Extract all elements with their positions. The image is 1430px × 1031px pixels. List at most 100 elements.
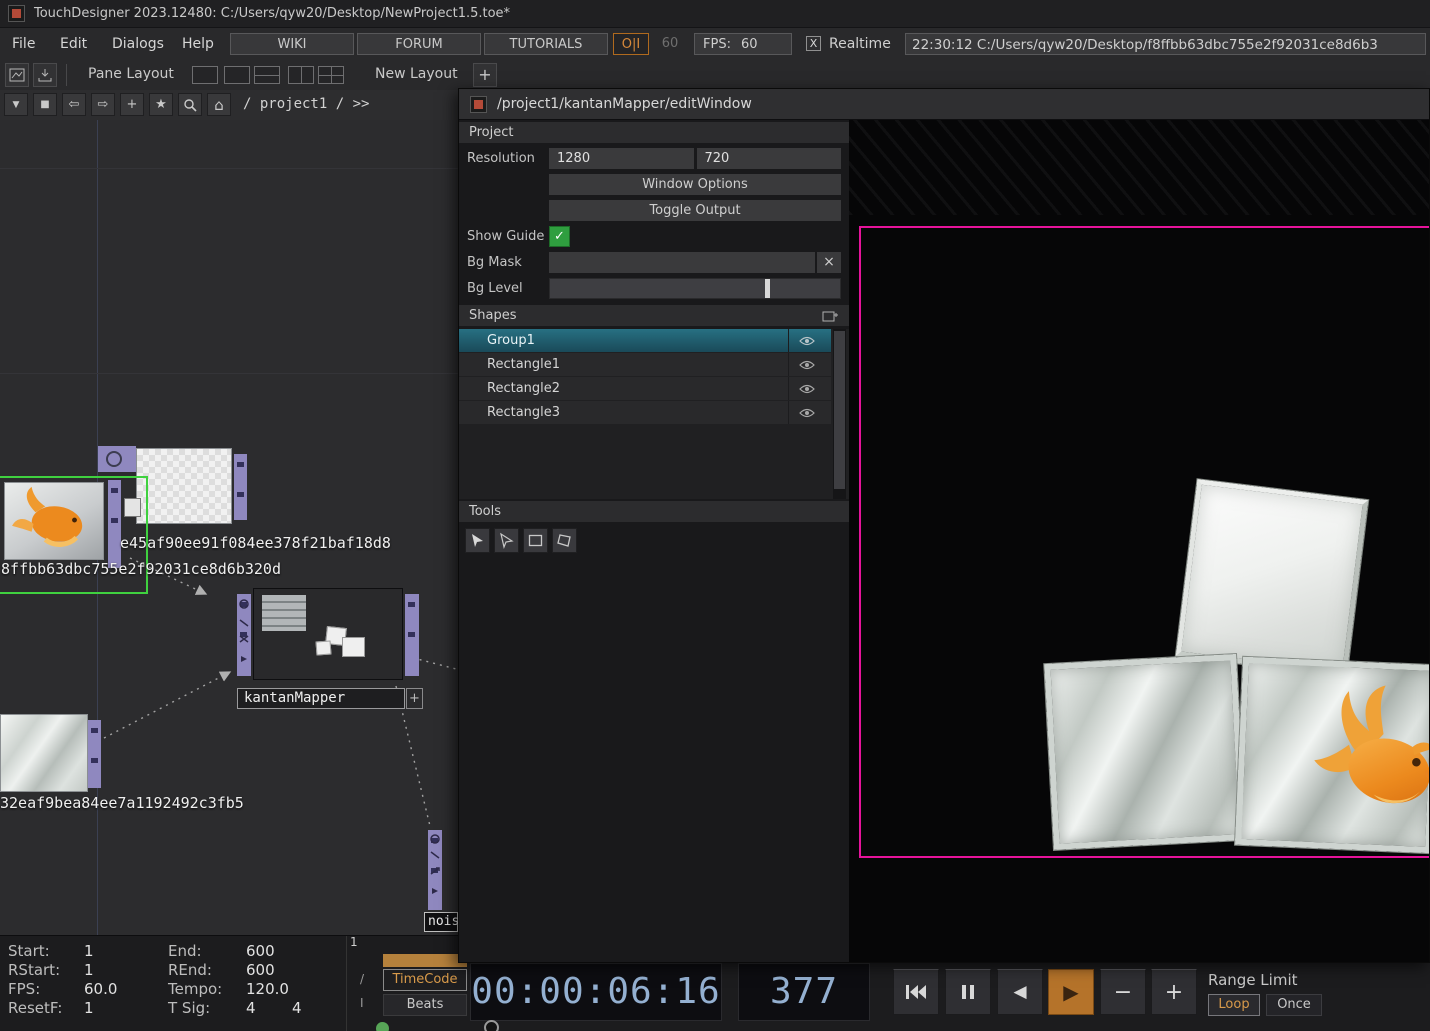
bg-mask-field[interactable] (549, 252, 815, 273)
window-options-button[interactable]: Window Options (549, 174, 841, 195)
toggle-output-button[interactable]: Toggle Output (549, 200, 841, 221)
visibility-toggle[interactable] (788, 377, 825, 400)
pane-preset-single[interactable] (192, 66, 218, 84)
node-noise[interactable]: nois (424, 828, 458, 934)
star-icon[interactable]: ★ (149, 93, 173, 116)
tool-rectangle-icon[interactable] (523, 528, 548, 553)
jump-to-start-button[interactable] (893, 969, 939, 1015)
fps-value[interactable]: 60.0 (84, 980, 117, 998)
mapped-shape-goldfish[interactable] (1235, 657, 1429, 853)
shape-row-group1[interactable]: Group1 (459, 329, 831, 352)
shape-list-scrollbar[interactable] (833, 329, 846, 499)
mapping-canvas[interactable] (849, 120, 1429, 962)
clear-bg-mask-button[interactable]: × (817, 252, 841, 273)
rend-value[interactable]: 600 (246, 961, 275, 979)
pane-preset-vsplit[interactable] (288, 66, 314, 84)
back-icon[interactable]: ⇦ (62, 93, 86, 116)
node-connector-rail[interactable] (428, 830, 442, 910)
pane-preset-hsplit[interactable] (254, 66, 280, 84)
units-slash: / (360, 972, 364, 986)
add-layout-button[interactable]: + (473, 63, 497, 87)
step-back-button[interactable]: ◀ (997, 969, 1043, 1015)
pane-preset-single-alt[interactable] (224, 66, 250, 84)
realtime-toggle[interactable]: X (806, 36, 821, 51)
increment-frame-button[interactable]: + (1151, 969, 1197, 1015)
node-connector-rail[interactable] (237, 594, 251, 676)
node-tab (98, 446, 136, 472)
tempo-value[interactable]: 120.0 (246, 980, 289, 998)
timecode-display[interactable]: 00:00:06:16 (470, 963, 722, 1021)
node-connector-rail[interactable] (108, 480, 121, 568)
scrollbar-thumb[interactable] (834, 331, 845, 489)
shape-name: Rectangle2 (487, 381, 560, 396)
tool-freeform-icon[interactable] (552, 528, 577, 553)
resolution-width-field[interactable]: 1280 (549, 148, 694, 169)
node-connector-rail[interactable] (405, 594, 419, 676)
add-bookmark-icon[interactable]: + (120, 93, 144, 116)
node-connector-rail[interactable] (88, 720, 101, 788)
slider-handle[interactable] (765, 279, 770, 298)
wiki-button[interactable]: WIKI (230, 33, 354, 55)
once-button[interactable]: Once (1266, 994, 1322, 1016)
tutorials-button[interactable]: TUTORIALS (484, 33, 608, 55)
tsig-value[interactable]: 4 (246, 999, 256, 1017)
resetf-value[interactable]: 1 (84, 999, 94, 1017)
visibility-toggle[interactable] (788, 401, 825, 424)
pause-button[interactable] (945, 969, 991, 1015)
node-name-field[interactable]: kantanMapper (237, 688, 405, 709)
edit-window-titlebar[interactable]: /project1/kantanMapper/editWindow (459, 89, 1429, 120)
start-value[interactable]: 1 (84, 942, 94, 960)
menu-edit[interactable]: Edit (60, 33, 87, 55)
loop-button[interactable]: Loop (1208, 994, 1260, 1016)
visibility-toggle[interactable] (788, 329, 825, 352)
stop-icon[interactable]: ■ (33, 93, 57, 116)
pane-menu-button[interactable]: ▼ (4, 93, 28, 116)
node-connector-rail[interactable] (234, 454, 247, 520)
end-value[interactable]: 600 (246, 942, 275, 960)
bg-level-slider[interactable] (549, 278, 841, 299)
tool-pointer-filled-icon[interactable] (465, 528, 490, 553)
resolution-height-field[interactable]: 720 (697, 148, 842, 169)
oi-indicator[interactable]: O|I (613, 33, 649, 55)
node-name-field[interactable]: nois (424, 912, 458, 932)
end-label: End: (168, 942, 202, 960)
play-button[interactable]: ▶ (1048, 969, 1094, 1015)
decrement-frame-button[interactable]: − (1100, 969, 1146, 1015)
save-layout-icon[interactable] (33, 63, 57, 87)
node-glass[interactable] (0, 712, 102, 796)
autosave-path-field[interactable]: 22:30:12 C:/Users/qyw20/Desktop/f8ffbb63… (905, 33, 1426, 55)
node-kantan-mapper[interactable] (237, 588, 423, 682)
tool-pointer-outline-icon[interactable] (494, 528, 519, 553)
tsig-beat-value[interactable]: 4 (292, 999, 302, 1017)
timecode-mode-button[interactable]: TimeCode (383, 969, 467, 991)
mapped-shape-top[interactable] (1176, 479, 1368, 677)
viewer-icon[interactable] (5, 63, 29, 87)
viewer-dot-icon[interactable] (106, 451, 122, 467)
rstart-value[interactable]: 1 (84, 961, 94, 979)
eye-icon (799, 408, 815, 418)
shape-row-rectangle2[interactable]: Rectangle2 (459, 377, 831, 400)
menu-dialogs[interactable]: Dialogs (112, 33, 164, 55)
menu-help[interactable]: Help (182, 33, 214, 55)
shape-row-rectangle3[interactable]: Rectangle3 (459, 401, 831, 424)
network-path[interactable]: / project1 / >> (243, 96, 369, 112)
shape-name: Rectangle3 (487, 405, 560, 420)
search-icon[interactable] (178, 93, 202, 116)
range-bar[interactable] (383, 954, 467, 967)
add-shape-icon[interactable] (822, 309, 839, 323)
show-guide-checkbox[interactable]: ✓ (549, 226, 570, 247)
beats-mode-button[interactable]: Beats (383, 994, 467, 1016)
eye-icon (799, 360, 815, 370)
shape-list: Group1 Rectangle1 Rectangle2 (459, 329, 849, 499)
node-name-expand-button[interactable]: + (406, 688, 423, 709)
fps-field[interactable]: FPS:60 (694, 33, 792, 55)
visibility-toggle[interactable] (788, 353, 825, 376)
mapped-shape-left[interactable] (1044, 654, 1245, 850)
shape-row-rectangle1[interactable]: Rectangle1 (459, 353, 831, 376)
frame-display[interactable]: 377 (738, 963, 870, 1021)
forward-icon[interactable]: ⇨ (91, 93, 115, 116)
pane-preset-grid[interactable] (318, 66, 344, 84)
menu-file[interactable]: File (12, 33, 35, 55)
forum-button[interactable]: FORUM (357, 33, 481, 55)
home-icon[interactable]: ⌂ (207, 93, 231, 116)
